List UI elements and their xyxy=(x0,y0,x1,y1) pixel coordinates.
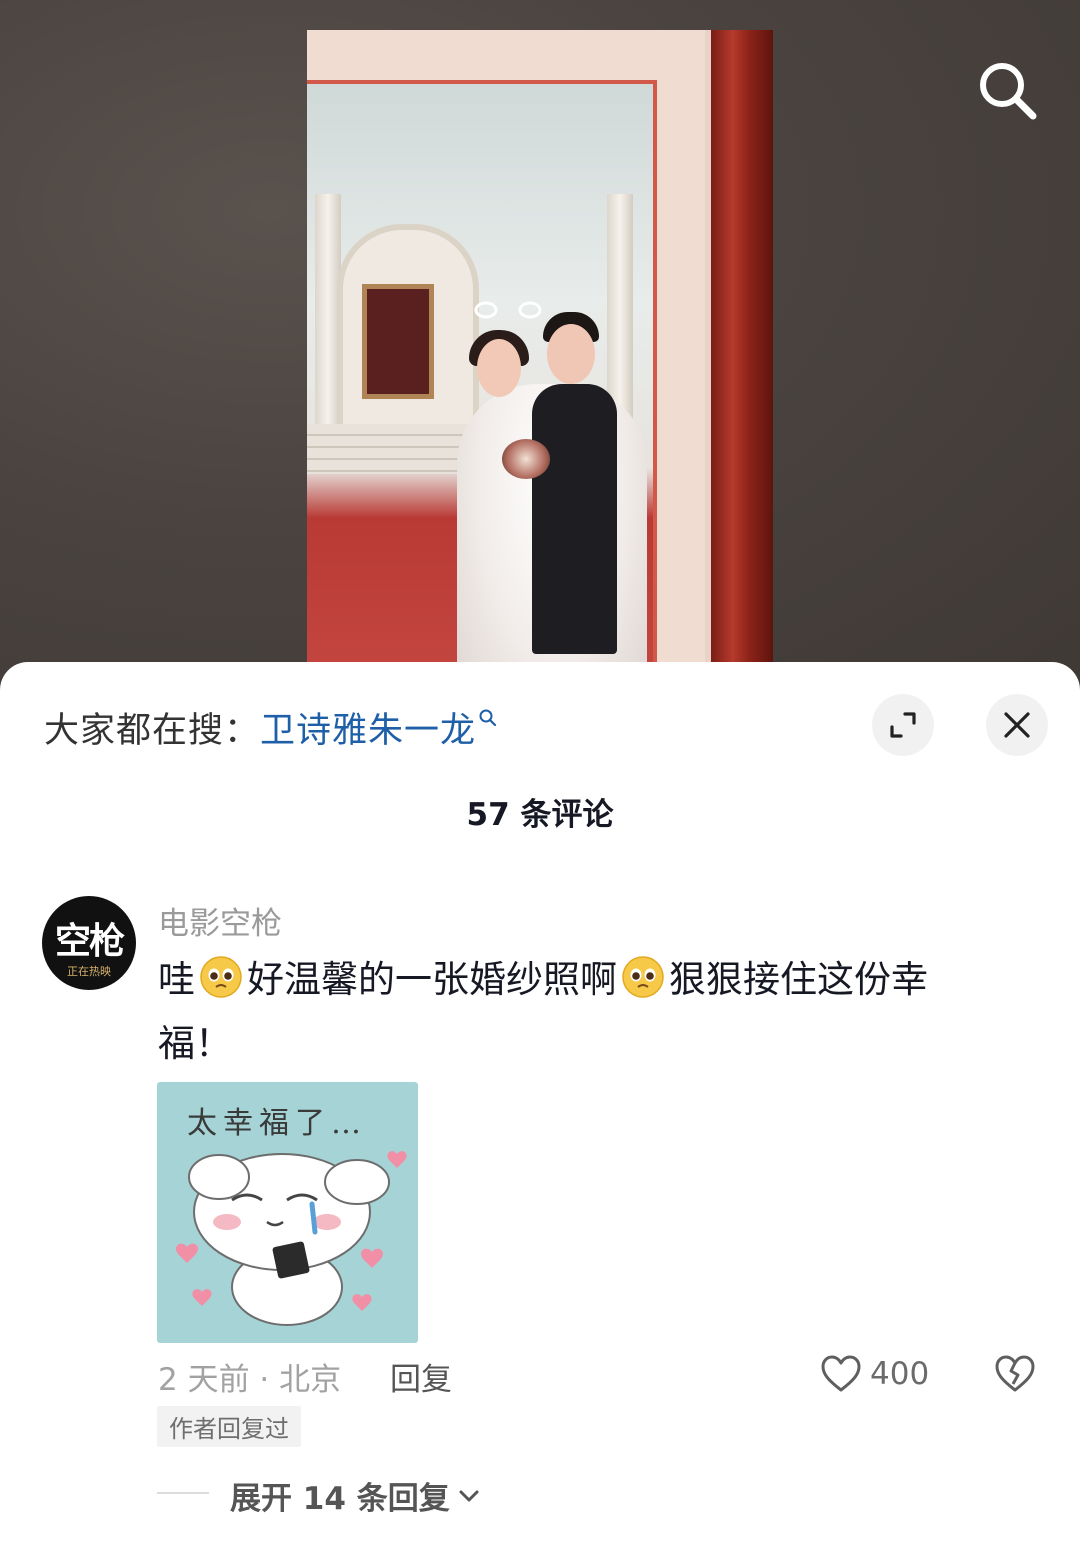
divider xyxy=(157,1492,209,1494)
reply-button[interactable]: 回复 xyxy=(390,1354,452,1399)
groom-face xyxy=(547,324,595,384)
like-button[interactable]: 400 xyxy=(820,1352,929,1396)
expand-fullscreen-button[interactable] xyxy=(872,694,934,756)
comment-text-part: 哇 xyxy=(158,958,195,1001)
avatar-logo-text: 空枪 xyxy=(54,920,125,962)
hot-search-keyword[interactable]: 卫诗雅朱一龙 xyxy=(260,711,476,751)
expand-replies-label: 展开 14 条回复 xyxy=(230,1481,450,1517)
dislike-button[interactable] xyxy=(994,1354,1036,1398)
crying-puppy-sticker-icon xyxy=(176,1151,407,1326)
bouquet xyxy=(502,439,550,479)
heart-icon xyxy=(821,1355,861,1392)
close-button[interactable] xyxy=(986,694,1048,756)
sticker-image[interactable]: 太幸福了… xyxy=(157,1082,418,1343)
frame-wood-border xyxy=(711,30,773,670)
close-icon xyxy=(1004,712,1030,738)
wedding-photo-frame xyxy=(307,30,773,670)
avatar[interactable]: 空枪 正在热映 xyxy=(42,896,136,990)
hot-search-bar[interactable]: 大家都在搜：卫诗雅朱一龙 xyxy=(44,702,498,753)
chevron-down-icon xyxy=(459,1490,479,1501)
search-icon[interactable] xyxy=(975,58,1039,122)
like-count: 400 xyxy=(870,1356,930,1392)
pleading-face-emoji-icon xyxy=(199,955,243,999)
groom-suit xyxy=(532,384,617,654)
video-player[interactable] xyxy=(0,0,1080,700)
hot-search-prefix: 大家都在搜： xyxy=(44,711,261,751)
comment-count-title: 57 条评论 xyxy=(466,797,614,833)
bride-face xyxy=(477,339,521,397)
pleading-face-emoji-icon xyxy=(621,955,665,999)
avatar-logo-subtext: 正在热映 xyxy=(67,965,111,978)
comment-text-part: 好温馨的一张婚纱照啊 xyxy=(247,958,617,1001)
comment-time-location: 2 天前 · 北京 xyxy=(158,1362,342,1398)
halo-doodle xyxy=(474,301,542,319)
author-replied-badge: 作者回复过 xyxy=(157,1406,301,1447)
expand-icon xyxy=(890,712,916,738)
door xyxy=(362,284,434,399)
broken-heart-icon xyxy=(995,1355,1035,1392)
comment-text: 哇好温馨的一张婚纱照啊 狠狠接住这份幸福！ xyxy=(158,948,998,1076)
small-search-icon xyxy=(478,702,498,742)
comment-sheet: 大家都在搜：卫诗雅朱一龙 57 条评论 空枪 正在热映 电影空枪 哇 好温馨的一张… xyxy=(0,662,1080,1568)
expand-replies-button[interactable]: 展开 14 条回复 xyxy=(230,1473,480,1518)
comment-username[interactable]: 电影空枪 xyxy=(158,898,282,943)
wedding-photo xyxy=(307,80,657,670)
